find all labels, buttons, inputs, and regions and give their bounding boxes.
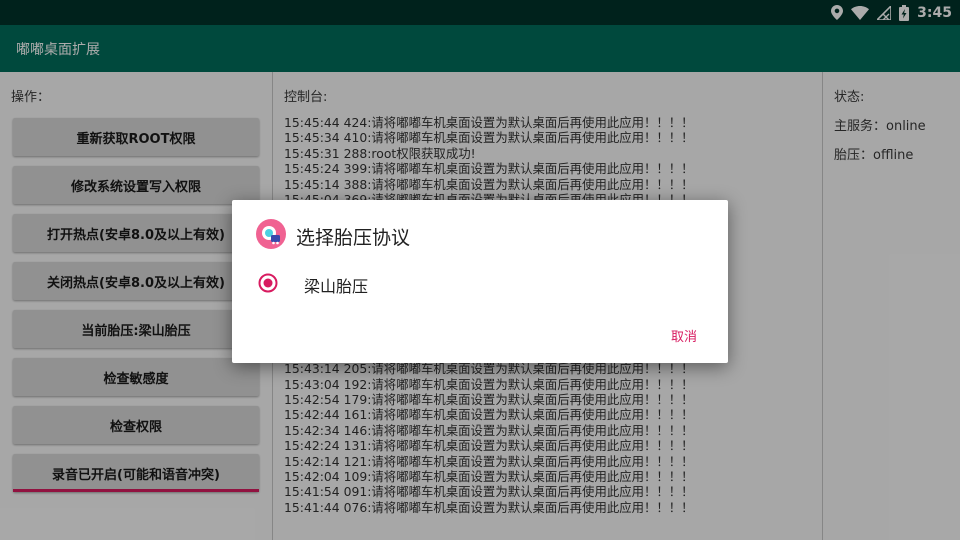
tire-protocol-dialog: 选择胎压协议 梁山胎压 取消	[232, 200, 728, 363]
app-icon	[256, 219, 286, 249]
radio-option-liangshan[interactable]: 梁山胎压	[304, 273, 368, 297]
cancel-button[interactable]: 取消	[656, 324, 712, 346]
dialog-title: 选择胎压协议	[296, 227, 411, 249]
radio-selected-icon[interactable]	[256, 271, 280, 295]
